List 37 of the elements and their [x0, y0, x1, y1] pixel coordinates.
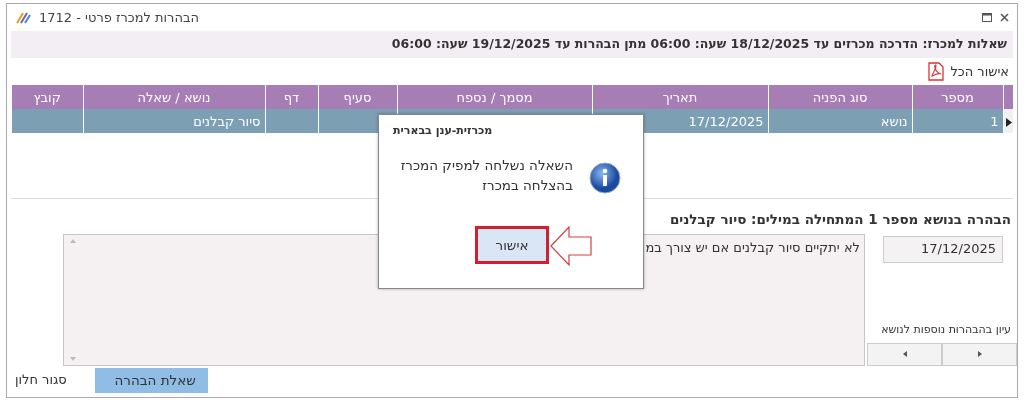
browse-label: עיון בהבהרות נוספות לנושא [880, 322, 1012, 338]
ok-button[interactable]: אישור [475, 226, 549, 264]
column-header[interactable]: מספר [912, 85, 1003, 110]
arrow-drawing [550, 226, 592, 266]
table-cell: 17/12/2025 [688, 113, 764, 129]
table-cell: 1 [990, 113, 999, 129]
column-header[interactable]: קובץ [11, 85, 83, 110]
ask-question-button[interactable]: שאלת הבהרה [94, 367, 208, 393]
scroll-up-icon[interactable] [69, 238, 76, 243]
column-header[interactable]: נושא / שאלה [83, 85, 265, 110]
arrow-right-icon [977, 351, 982, 357]
pdf-icon [928, 62, 945, 81]
table-cell: סיור קבלנים [193, 113, 261, 129]
column-header[interactable]: סוג הפניה [768, 85, 912, 110]
table-cell: נושא [880, 113, 908, 129]
column-header[interactable]: דף [265, 85, 318, 110]
dialog-message: השאלה נשלחה למפיק המכרז [400, 156, 573, 175]
next-button[interactable] [942, 342, 1017, 366]
logo-icon [15, 10, 31, 25]
info-icon [589, 162, 621, 194]
close-window-button[interactable]: סגור חלון [15, 370, 67, 390]
date-field: 17/12/2025 [883, 235, 1003, 263]
maximize-icon[interactable] [982, 13, 992, 22]
answer-text: לא יתקיים סיור קבלנים אם יש צורך במ [645, 239, 860, 255]
column-header[interactable]: תאריך [592, 85, 768, 110]
column-header[interactable]: מסמך / נספח [397, 85, 592, 110]
current-row-icon [1006, 117, 1012, 127]
previous-button[interactable] [867, 342, 942, 366]
approve-all-button[interactable]: אישור הכל [950, 61, 1009, 82]
dialog-message: בהצלחה במכרז [481, 176, 573, 196]
dialog-title: מכרזית-ענן בבארית [393, 123, 493, 139]
arrow-left-icon [902, 351, 907, 357]
close-icon[interactable] [1000, 13, 1009, 22]
window-title: הבהרות למכרז פרטי - 1712 [39, 8, 199, 27]
detail-heading: הבהרה בנושא מספר 1 המתחילה במילים: סיור קבלנים [668, 210, 1012, 230]
column-header[interactable]: סעיף [318, 85, 397, 110]
scroll-down-icon[interactable] [69, 356, 76, 361]
